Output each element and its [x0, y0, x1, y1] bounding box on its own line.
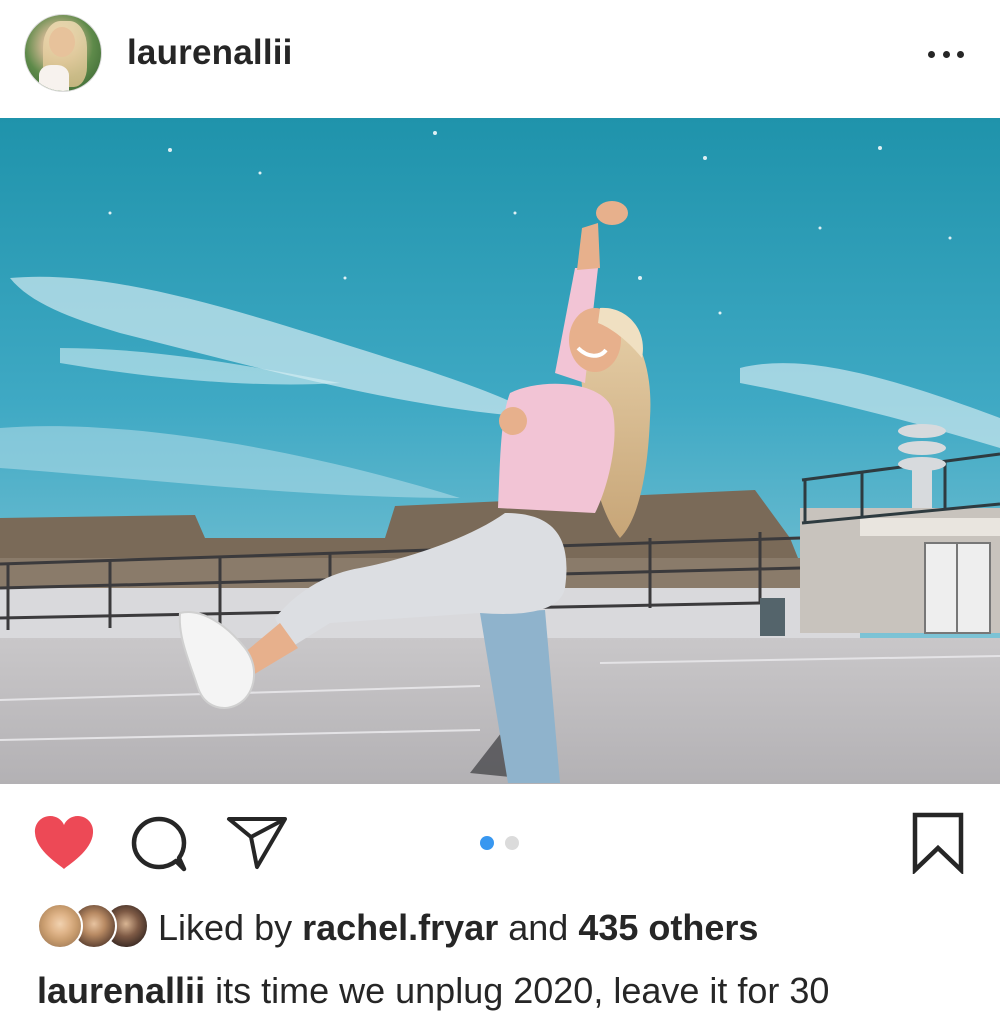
likes-others-count[interactable]: 435 others: [578, 907, 758, 948]
liker-avatars[interactable]: [37, 903, 149, 949]
liked-by-username[interactable]: rachel.fryar: [302, 907, 498, 948]
more-dot: [928, 50, 935, 58]
carousel-indicator: [480, 836, 522, 852]
avatar-top: [39, 65, 69, 91]
likes-row: Liked by rachel.fryar and 435 others: [0, 894, 1000, 960]
profile-avatar[interactable]: [24, 14, 102, 92]
post-photo[interactable]: [0, 118, 1000, 784]
heart-filled-icon[interactable]: [33, 815, 95, 871]
caption-text: its time we unplug 2020, leave it for 30: [215, 970, 830, 1011]
paper-plane-icon[interactable]: [226, 815, 288, 871]
post-caption: laurenallii its time we unplug 2020, lea…: [37, 968, 977, 1014]
more-dot: [957, 50, 964, 58]
likes-prefix: Liked by: [158, 907, 293, 948]
carousel-dot: [505, 836, 519, 850]
post-actions: [0, 784, 1000, 894]
carousel-dot-active: [480, 836, 494, 850]
likes-summary[interactable]: Liked by rachel.fryar and 435 others: [158, 906, 758, 950]
right-building-ledge: [860, 518, 1000, 536]
post-header: laurenallii: [0, 0, 1000, 118]
more-options-button[interactable]: [922, 34, 970, 74]
photo-illustration: [0, 118, 1000, 784]
more-dot: [942, 50, 950, 58]
post-username[interactable]: laurenallii: [127, 30, 293, 76]
caption-username[interactable]: laurenallii: [37, 970, 205, 1011]
trash-can: [760, 598, 785, 636]
liker-avatar: [37, 903, 83, 949]
likes-joiner: and: [508, 907, 569, 948]
bookmark-icon[interactable]: [908, 812, 968, 876]
fist: [596, 201, 628, 225]
comment-bubble-icon[interactable]: [130, 815, 190, 873]
hand: [499, 407, 527, 435]
avatar-face: [49, 27, 75, 57]
